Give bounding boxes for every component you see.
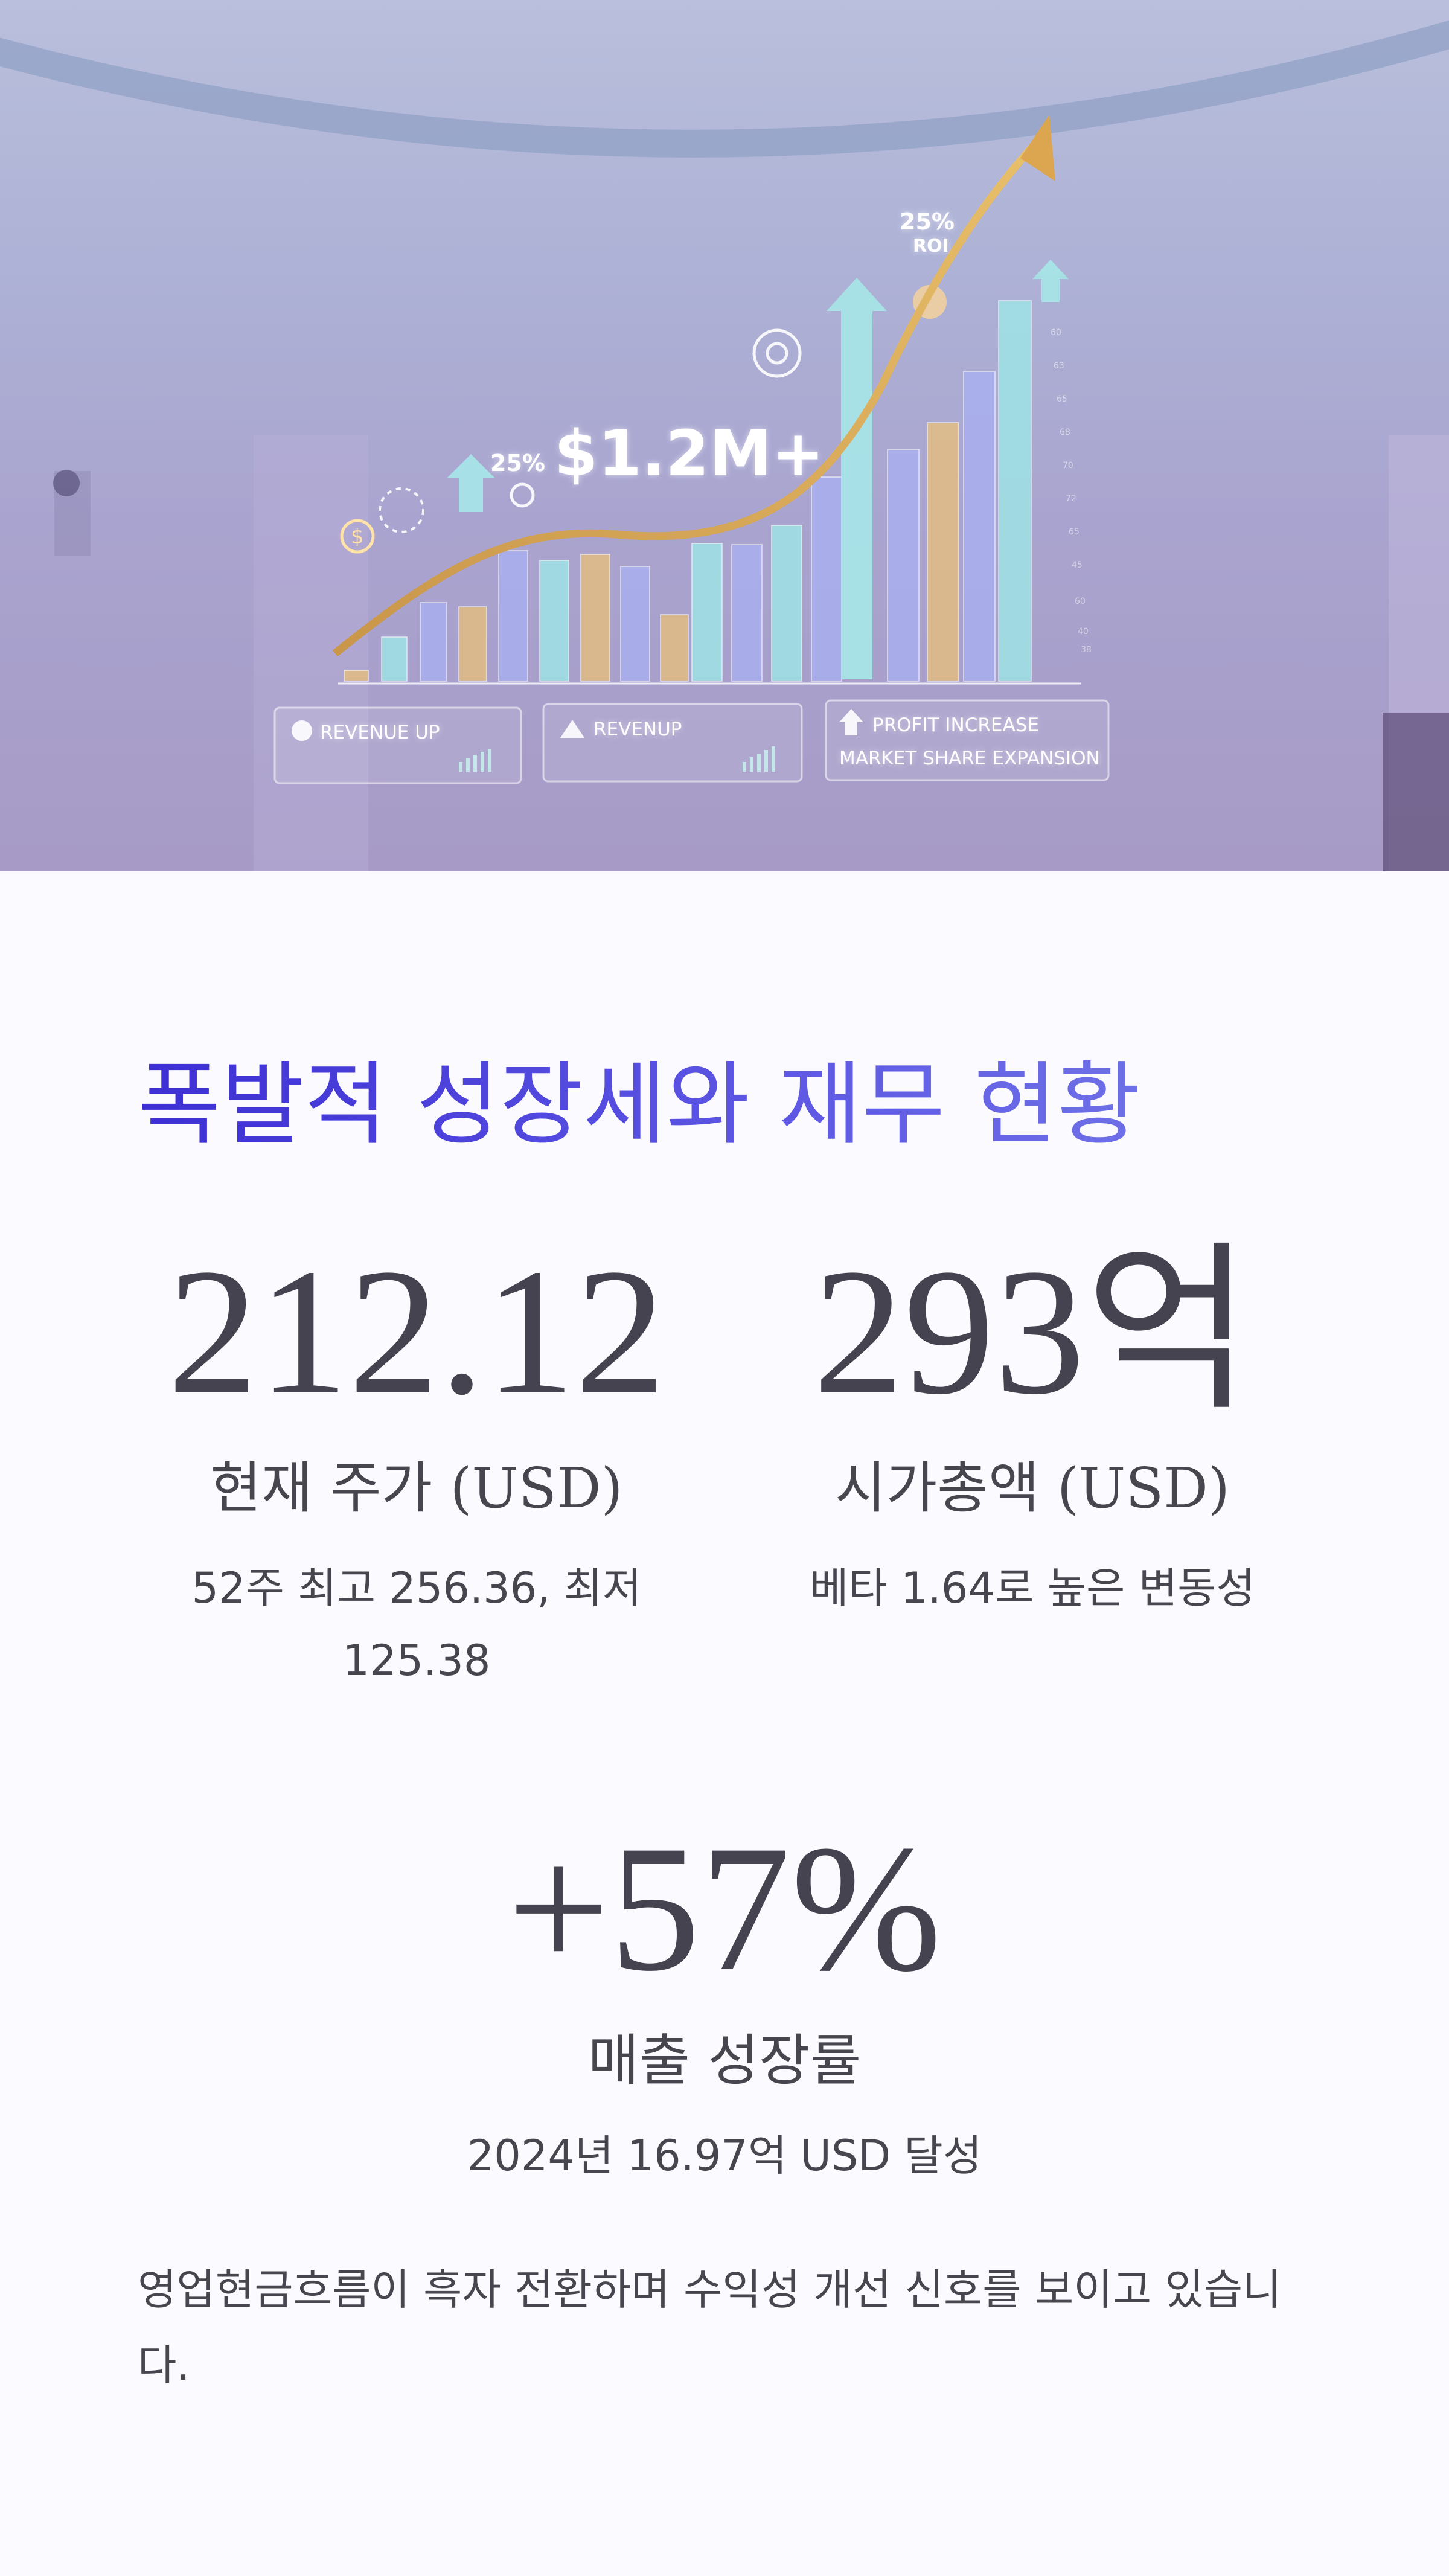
stat-subtext: 베타 1.64로 높은 변동성 (810, 1563, 1255, 1613)
hero-bar (660, 614, 689, 682)
hero-bar (498, 550, 528, 682)
hero-small-percent: 25% (490, 450, 545, 476)
panel-label-profit-increase: PROFIT INCREASE (872, 714, 1039, 736)
hero-bar (811, 476, 842, 682)
hero-bar (580, 554, 610, 682)
hero-bar (458, 606, 487, 682)
svg-text:60: 60 (1051, 328, 1061, 338)
stat-revenue-growth: +57% 매출 성장률 2024년 16.97억 USD 달성 (362, 1812, 1087, 2192)
roi-percent: 25% (900, 208, 955, 235)
hero-bar (927, 422, 959, 682)
hero-bar (539, 560, 569, 682)
hero-bar (771, 525, 802, 682)
section-title: 폭발적 성장세와 재무 현황 (138, 1051, 1140, 1159)
svg-text:38: 38 (1081, 645, 1092, 655)
target-icon (379, 487, 424, 533)
hero-bar (963, 371, 996, 682)
svg-text:60: 60 (1075, 597, 1086, 606)
stat-subtext: 52주 최고 256.36, 최저 125.38 (191, 1563, 642, 1685)
svg-text:65: 65 (1069, 527, 1080, 537)
axis-ticks: 60 63 65 68 70 72 65 45 60 40 38 (1051, 328, 1092, 655)
roi-label: ROI (913, 235, 949, 257)
hero-bars (344, 300, 1032, 682)
hero-bar (344, 670, 369, 682)
hero-image: 60 63 65 68 70 72 65 45 60 40 38 $ $1.2M… (0, 0, 1449, 871)
stat-label: 시가총액 (USD) (835, 1456, 1230, 1520)
hero-bar (620, 566, 650, 682)
svg-text:$: $ (351, 525, 364, 549)
stat-value: +57% (507, 1808, 942, 2008)
svg-text:68: 68 (1060, 428, 1070, 437)
hero-bar (887, 449, 920, 682)
stat-value: 212.12 (167, 1231, 666, 1432)
hero-bar (420, 602, 447, 682)
stat-label: 매출 성장률 (587, 2028, 862, 2093)
svg-text:63: 63 (1054, 361, 1064, 371)
panel-label-revenue-up: REVENUE UP (320, 722, 440, 743)
stat-label: 현재 주가 (USD) (210, 1456, 623, 1520)
summary-paragraph: 영업현금흐름이 흑자 전환하며 수익성 개선 신호를 보이고 있습니다. (138, 2265, 1282, 2390)
svg-text:45: 45 (1072, 560, 1083, 570)
stat-subtext: 2024년 16.97억 USD 달성 (467, 2131, 982, 2180)
svg-text:65: 65 (1057, 394, 1067, 404)
hero-bar (998, 300, 1032, 682)
panel-label-market-share: MARKET SHARE EXPANSION (839, 748, 1100, 769)
svg-text:40: 40 (1078, 627, 1089, 636)
hero-bar (691, 543, 723, 682)
stat-market-cap: 293억 시가총액 (USD) 베타 1.64로 높은 변동성 (761, 1235, 1304, 1624)
panel-label-revenup: REVENUP (593, 719, 682, 740)
hero-bar (381, 636, 408, 682)
hero-bar (731, 544, 763, 682)
stat-value: 293억 (813, 1231, 1252, 1432)
hero-headline: $1.2M+ (554, 417, 825, 490)
stat-stock-price: 212.12 현재 주가 (USD) 52주 최고 256.36, 최저 125… (145, 1235, 688, 1697)
svg-text:72: 72 (1066, 494, 1076, 504)
svg-text:70: 70 (1063, 461, 1073, 470)
